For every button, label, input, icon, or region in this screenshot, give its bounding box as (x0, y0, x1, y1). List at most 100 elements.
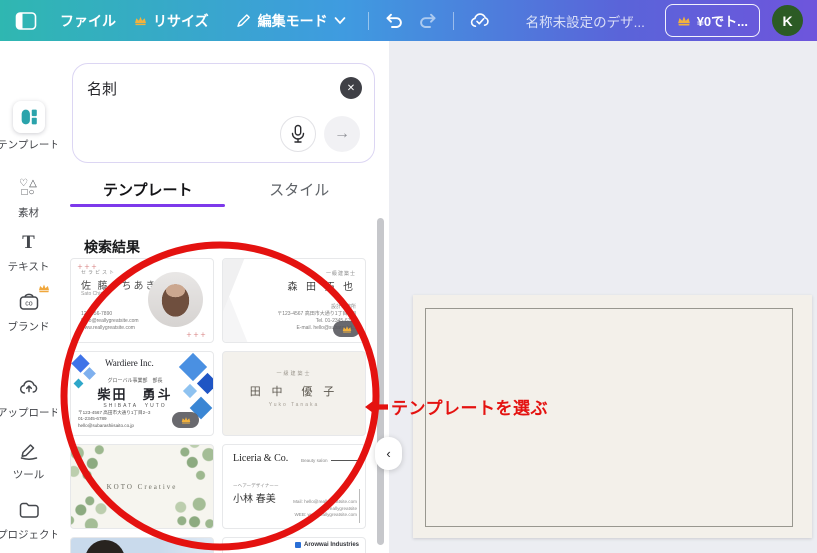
design-canvas[interactable] (389, 41, 817, 553)
resize-button[interactable]: リサイズ (134, 11, 209, 31)
page-border-frame (425, 308, 793, 527)
undo-button[interactable] (383, 10, 405, 32)
sidebar-item-label: テンプレート (0, 139, 57, 151)
svg-text:co: co (25, 301, 33, 308)
template-card-salon[interactable]: Liceria & Co. Beauty salon ーヘアーデザイナーー 小林… (222, 444, 366, 529)
search-input[interactable]: 名刺 ✕ → (72, 63, 375, 163)
card-subtitle: ーヘアーデザイナーー (233, 483, 279, 488)
elements-icon: ♡△ □○ (19, 178, 38, 198)
templates-panel: 名刺 ✕ → テンプレート スタイル 検索結果 ＋＋＋ ＋＋＋ セラピスト 佐 … (57, 41, 389, 553)
sidebar-nav: テンプレート ♡△ □○ 素材 T テキスト co ブランド アップロード ツール… (0, 41, 57, 553)
card-name: 森 田 拓 也 (287, 282, 356, 293)
card-company: Wardiere Inc. (105, 358, 154, 368)
sidebar-item-text[interactable]: T テキスト (0, 229, 57, 274)
card-name: 柴田 勇斗 (97, 387, 173, 402)
templates-icon (12, 101, 45, 133)
arrow-right-icon: → (334, 125, 350, 142)
brand-icon: co (16, 284, 49, 315)
file-menu-label: ファイル (60, 12, 116, 29)
sidebar-item-templates[interactable]: テンプレート (0, 101, 57, 152)
close-icon: ✕ (346, 82, 356, 94)
card-subtitle: グローバル事業部 部長 (107, 378, 163, 384)
crown-icon (134, 15, 147, 26)
design-page[interactable] (413, 295, 812, 538)
clear-search-button[interactable]: ✕ (340, 77, 362, 99)
crown-icon (38, 280, 50, 298)
card-contact-lines: Mail: hello@reallygreatsite.com @reallyg… (293, 499, 357, 518)
voice-search-button[interactable] (280, 116, 316, 152)
sidebar-item-uploads[interactable]: アップロード (0, 375, 57, 420)
card-subtitle: 一級建築士 (325, 271, 356, 277)
portrait-photo (148, 272, 203, 327)
card-contact-lines: 〒123-4567 高田市大通り1丁目2−3 01-2345-6789 hell… (78, 409, 151, 428)
card-name: 佐 藤 ちあき (81, 281, 158, 292)
card-subtitle: セラピスト (81, 270, 117, 276)
portrait-photo (85, 540, 125, 553)
card-name: KOTO Creative (106, 483, 178, 491)
upgrade-label: ¥0でト... (696, 14, 748, 29)
uploads-icon (16, 375, 42, 401)
rule-line (331, 460, 361, 461)
pro-crown-badge (333, 321, 360, 337)
card-company: Arowwai Industries (303, 542, 359, 548)
sidebar-toggle-icon[interactable] (14, 9, 38, 33)
pencil-icon (235, 12, 252, 29)
account-avatar[interactable]: K (772, 5, 803, 36)
crown-icon (677, 15, 691, 26)
sidebar-item-label: ブランド (7, 321, 50, 333)
card-contact-lines: 123-456-7890 hello@reallygreatsite.com w… (81, 311, 139, 331)
template-card-therapist[interactable]: ＋＋＋ ＋＋＋ セラピスト 佐 藤 ちあき Sato Chiaki 123-45… (70, 258, 214, 343)
sidebar-item-projects[interactable]: プロジェクト (0, 497, 57, 542)
card-romaji: Yuko Tanaka (268, 402, 320, 408)
template-card-minimal[interactable]: 一級建築士 田 中 優 子 Yuko Tanaka (222, 351, 366, 436)
template-card-industries[interactable]: Arowwai Industries (222, 537, 366, 553)
projects-icon (16, 497, 42, 523)
file-menu-button[interactable]: ファイル (60, 11, 116, 31)
sidebar-item-label: プロジェクト (0, 529, 57, 541)
tab-templates[interactable]: テンプレート (72, 179, 224, 207)
panel-tabs: テンプレート スタイル (72, 179, 375, 207)
toolbar-divider (452, 11, 454, 30)
redo-button[interactable] (417, 10, 439, 32)
leaf-decoration (168, 488, 213, 528)
results-heading: 検索結果 (84, 239, 140, 255)
tab-styles[interactable]: スタイル (224, 179, 376, 207)
sidebar-item-brand[interactable]: co ブランド (0, 284, 57, 334)
search-query: 名刺 (87, 81, 118, 98)
card-header: Arowwai Industries (294, 542, 359, 548)
card-office: 設計事務所 (330, 304, 356, 310)
active-tab-underline (70, 204, 225, 207)
pro-crown-badge (172, 412, 199, 428)
upgrade-button[interactable]: ¥0でト... (664, 4, 760, 37)
sidebar-item-label: アップロード (0, 407, 57, 419)
sidebar-item-label: テキスト (7, 261, 50, 273)
card-tagline: Beauty salon (301, 458, 328, 463)
panel-scrollbar[interactable] (377, 218, 384, 545)
plus-decoration: ＋＋＋ (185, 333, 207, 339)
edit-mode-button[interactable]: 編集モード (235, 11, 346, 31)
leaf-decoration (168, 445, 213, 489)
panel-collapse-handle[interactable]: ‹ (375, 437, 402, 470)
sidebar-item-label: 素材 (18, 207, 39, 219)
sidebar-item-tools[interactable]: ツール (0, 437, 57, 482)
card-subtitle: 一級建築士 (276, 371, 312, 377)
text-icon: T (22, 231, 35, 253)
tools-icon (16, 437, 42, 463)
microphone-icon (289, 124, 307, 144)
card-company: Liceria & Co. (233, 453, 289, 464)
leaf-decoration (71, 445, 109, 481)
diamond-decoration (196, 372, 213, 395)
template-card-architect[interactable]: 一級建築士 森 田 拓 也 設計事務所 〒123-4567 高田市大通り1丁目2… (222, 258, 366, 343)
chevron-left-icon: ‹ (386, 446, 391, 461)
template-card-photo[interactable] (70, 537, 214, 553)
sidebar-item-elements[interactable]: ♡△ □○ 素材 (0, 175, 57, 220)
leaf-decoration (71, 487, 113, 528)
card-name: 田 中 優 子 (249, 386, 339, 398)
template-card-corporate[interactable]: Wardiere Inc. グローバル事業部 部長 柴田 勇斗 SHIBATA … (70, 351, 214, 436)
top-bar: ファイル リサイズ 編集モード 名称未設定のデザ... ¥0でト... K (0, 0, 817, 41)
design-title[interactable]: 名称未設定のデザ... (526, 11, 645, 31)
edit-mode-label: 編集モード (257, 12, 328, 29)
template-card-botanical[interactable]: KOTO Creative (70, 444, 214, 529)
cloud-sync-icon[interactable] (468, 9, 492, 33)
search-submit-button[interactable]: → (324, 116, 360, 152)
